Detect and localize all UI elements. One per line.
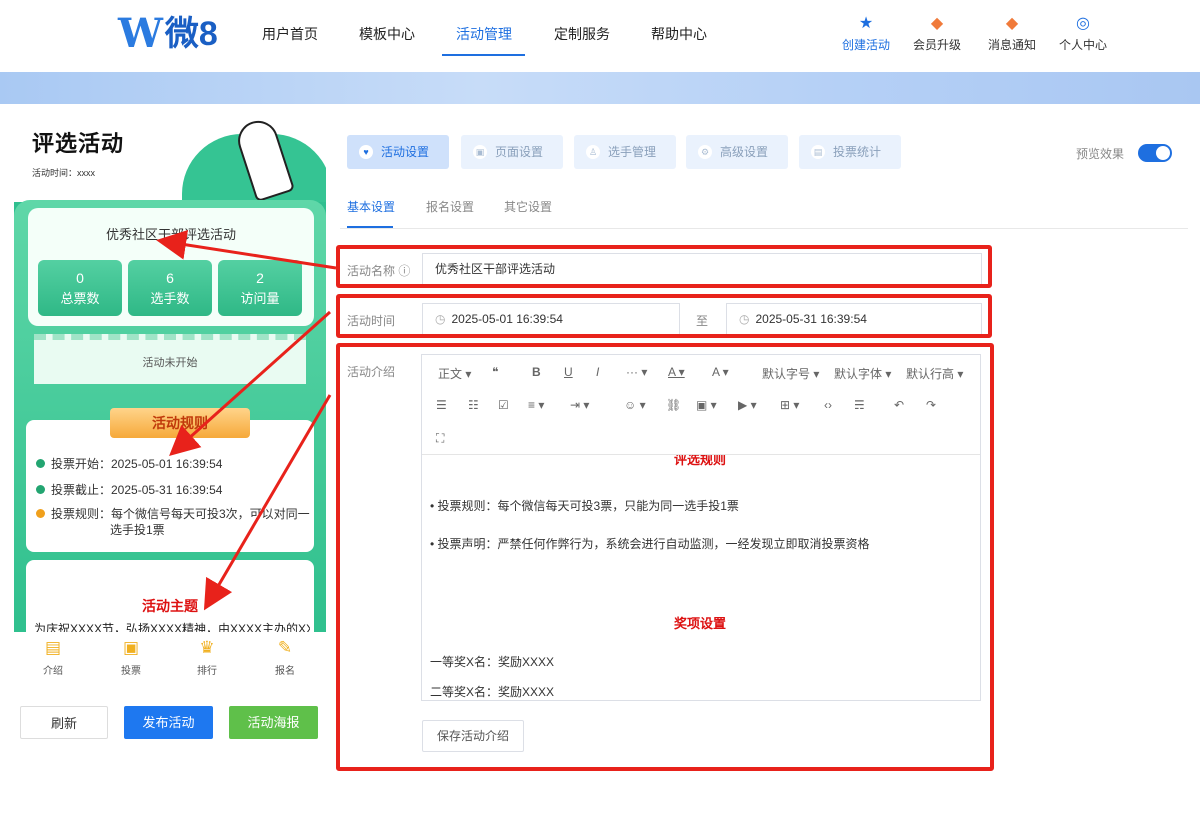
theme-title: 活动主题 <box>142 598 198 614</box>
bell-icon: ◆ <box>1005 15 1019 32</box>
publish-activity-button[interactable]: 发布活动 <box>124 706 213 739</box>
tab-contestant-management[interactable]: ♙ 选手管理 <box>574 135 676 169</box>
nav-user-home[interactable]: 用户首页 <box>262 24 318 44</box>
tab-advanced-settings[interactable]: ⚙ 高级设置 <box>686 135 788 169</box>
edit-icon: ✎ <box>277 638 293 657</box>
notifications-button[interactable]: ◆ 消息通知 <box>982 14 1042 53</box>
diamond-icon: ◆ <box>930 15 944 32</box>
user-icon: ◎ <box>1076 15 1090 32</box>
phone-preview: 评选活动 活动时间：xxxx 优秀社区干部评选活动 0 总票数 6 选手数 2 … <box>14 120 326 632</box>
preview-label: 预览效果 <box>1076 147 1125 161</box>
phone-tab-ranking[interactable]: ♛ 排行 <box>182 636 232 677</box>
tab-vote-statistics[interactable]: ▤ 投票统计 <box>799 135 901 169</box>
nav-active-indicator <box>442 54 525 56</box>
phone-tab-intro[interactable]: ▤ 介绍 <box>28 636 78 677</box>
heart-icon: ♥ <box>359 145 373 159</box>
create-activity-button[interactable]: ★ 创建活动 <box>836 14 896 53</box>
rules-card: 活动规则 投票开始：2025-05-01 16:39:54 投票截止：2025-… <box>26 408 314 552</box>
page-icon: ▣ <box>473 145 487 159</box>
phone-tab-vote[interactable]: ▣ 投票 <box>106 636 156 677</box>
stat-total-votes: 0 总票数 <box>38 260 122 316</box>
logo-text: 微8 <box>164 15 218 53</box>
stat-visits: 2 访问量 <box>218 260 302 316</box>
phone-tab-signup[interactable]: ✎ 报名 <box>260 636 310 677</box>
logo-mark: W <box>118 10 163 57</box>
theme-card: 活动主题 为庆祝XXXX节，弘扬XXXX精神，由XXXX主办的XX <box>26 560 314 632</box>
personal-center-button[interactable]: ◎ 个人中心 <box>1053 14 1113 53</box>
trophy-icon: ♛ <box>199 638 215 657</box>
rule-start: 投票开始：2025-05-01 16:39:54 <box>36 456 222 472</box>
nav-help-center[interactable]: 帮助中心 <box>651 24 707 44</box>
stats-icon: ▤ <box>811 145 825 159</box>
phone-tabbar: ▤ 介绍 ▣ 投票 ♛ 排行 ✎ 报名 <box>14 632 326 678</box>
clock-icon <box>36 485 45 494</box>
preview-toggle[interactable] <box>1138 144 1172 162</box>
not-started-banner: 活动未开始 <box>34 334 306 384</box>
nav-template-center[interactable]: 模板中心 <box>359 24 415 44</box>
theme-text: 为庆祝XXXX节，弘扬XXXX精神，由XXXX主办的XX <box>34 622 310 632</box>
advanced-icon: ⚙ <box>698 145 712 159</box>
phone-activity-time: 活动时间：xxxx <box>32 168 96 178</box>
phone-header: 评选活动 活动时间：xxxx <box>14 120 326 203</box>
info-icon <box>36 509 45 518</box>
highlight-box-name <box>336 245 992 288</box>
rule-policy-cont: 选手投1票 <box>110 523 165 537</box>
rule-policy: 投票规则：每个微信号每天可投3次，可以对同一 <box>36 506 310 522</box>
card-activity-name: 优秀社区干部评选活动 <box>105 227 236 242</box>
clock-icon <box>36 459 45 468</box>
logo[interactable]: W 微8 <box>118 14 218 54</box>
subtab-basic-settings[interactable]: 基本设置 <box>347 198 395 215</box>
highlight-box-time <box>336 294 992 338</box>
header-banner <box>0 72 1200 104</box>
people-icon: ♙ <box>586 145 600 159</box>
rule-end: 投票截止：2025-05-31 16:39:54 <box>36 482 222 498</box>
refresh-button[interactable]: 刷新 <box>20 706 108 739</box>
nav-custom-service[interactable]: 定制服务 <box>554 24 610 44</box>
member-upgrade-button[interactable]: ◆ 会员升级 <box>907 14 967 53</box>
document-icon: ▤ <box>44 638 62 657</box>
tab-activity-settings[interactable]: ♥ 活动设置 <box>347 135 449 169</box>
rules-title: 活动规则 <box>110 408 250 438</box>
summary-card: 优秀社区干部评选活动 0 总票数 6 选手数 2 访问量 <box>28 208 314 326</box>
subtab-divider <box>340 228 1188 229</box>
tab-page-settings[interactable]: ▣ 页面设置 <box>461 135 563 169</box>
highlight-box-intro <box>336 343 994 771</box>
stat-contestants: 6 选手数 <box>128 260 212 316</box>
star-icon: ★ <box>858 15 874 32</box>
nav-activity-management[interactable]: 活动管理 <box>456 24 512 44</box>
activity-poster-button[interactable]: 活动海报 <box>229 706 318 739</box>
subtab-signup-settings[interactable]: 报名设置 <box>426 198 474 215</box>
phone-body: 优秀社区干部评选活动 0 总票数 6 选手数 2 访问量 活动未开始 活动规则 … <box>14 200 326 632</box>
subtab-other-settings[interactable]: 其它设置 <box>504 198 552 215</box>
ballot-box-icon: ▣ <box>122 638 140 657</box>
top-header: W 微8 用户首页 模板中心 活动管理 定制服务 帮助中心 ★ 创建活动 ◆ 会… <box>0 0 1200 72</box>
phone-title: 评选活动 <box>32 131 125 156</box>
